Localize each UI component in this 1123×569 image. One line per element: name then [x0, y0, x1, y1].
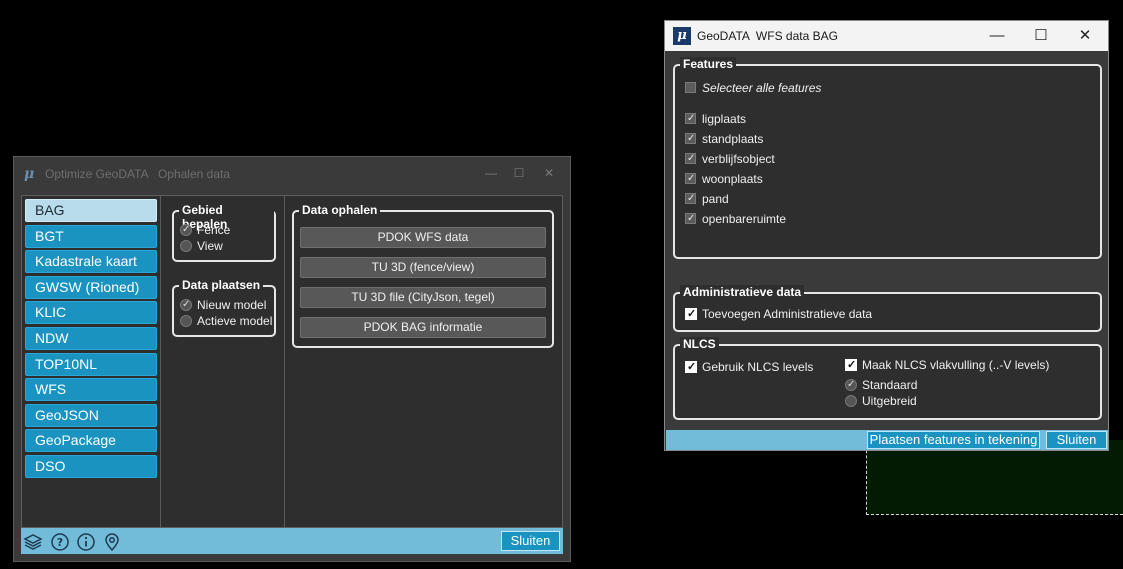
checkbox-indicator[interactable]: [685, 82, 696, 93]
location-pin-icon[interactable]: [102, 532, 122, 552]
checkbox-indicator[interactable]: [685, 307, 697, 321]
radio-indicator[interactable]: [845, 395, 857, 407]
radio-indicator[interactable]: [845, 378, 857, 392]
group-legend: Administratieve data: [680, 285, 805, 299]
checkbox-indicator[interactable]: [685, 132, 696, 146]
tu-3d-fence-view-button[interactable]: TU 3D (fence/view): [300, 257, 546, 278]
nav-item-klic[interactable]: KLIC: [25, 301, 157, 325]
radio-view[interactable]: View: [180, 239, 223, 253]
close-button[interactable]: Sluiten: [501, 531, 560, 551]
nav-item-top10nl[interactable]: TOP10NL: [25, 352, 157, 376]
app-logo-icon: μ: [24, 166, 35, 182]
radio-uitgebreid[interactable]: Uitgebreid: [845, 394, 917, 408]
window-title: GeoDATA WFS data BAG: [697, 29, 838, 43]
nav-item-geopackage[interactable]: GeoPackage: [25, 429, 157, 453]
content-panel: BAG BGT Kadastrale kaart GWSW (Rioned) KLIC N…: [21, 195, 563, 528]
group-legend: NLCS: [680, 337, 719, 351]
maximize-icon[interactable]: ☐: [504, 163, 534, 183]
radio-indicator[interactable]: [180, 315, 192, 327]
gebied-bepalen-group: Gebied bepalen Fence View: [172, 203, 276, 262]
nlcs-group: NLCS Gebruik NLCS levels Maak NLCS vlakv…: [673, 337, 1102, 420]
info-icon[interactable]: [76, 532, 96, 552]
tu-3d-file-button[interactable]: TU 3D file (CityJson, tegel): [300, 287, 546, 308]
title-bar: μ Optimize GeoDATA Ophalen data — ☐ ✕: [14, 157, 570, 188]
feature-checkbox-openbareruimte[interactable]: openbareruimte: [685, 212, 786, 226]
nav-item-kadastrale-kaart[interactable]: Kadastrale kaart: [25, 250, 157, 274]
footer-bar: Plaatsen features in tekening Sluiten: [666, 430, 1108, 450]
select-all-features-checkbox[interactable]: Selecteer alle features: [685, 81, 821, 95]
gebruik-nlcs-levels-checkbox[interactable]: Gebruik NLCS levels: [685, 360, 813, 374]
feature-checkbox-ligplaats[interactable]: ligplaats: [685, 112, 746, 126]
layers-icon[interactable]: [23, 532, 43, 552]
minimize-icon[interactable]: —: [977, 25, 1017, 47]
plaatsen-features-button[interactable]: Plaatsen features in tekening: [867, 431, 1040, 449]
toevoegen-administratieve-data-checkbox[interactable]: Toevoegen Administratieve data: [685, 307, 872, 321]
nav-item-geojson[interactable]: GeoJSON: [25, 403, 157, 427]
close-icon[interactable]: ✕: [534, 163, 564, 183]
feature-checkbox-standplaats[interactable]: standplaats: [685, 132, 763, 146]
checkbox-indicator[interactable]: [685, 112, 696, 126]
radio-nieuw-model[interactable]: Nieuw model: [180, 298, 266, 312]
radio-fence[interactable]: Fence: [180, 223, 230, 237]
maximize-icon[interactable]: ☐: [1021, 25, 1061, 47]
checkbox-indicator[interactable]: [685, 192, 696, 206]
administratieve-data-group: Administratieve data Toevoegen Administr…: [673, 285, 1102, 332]
source-nav: BAG BGT Kadastrale kaart GWSW (Rioned) KLIC N…: [25, 199, 159, 523]
divider: [160, 196, 161, 527]
data-plaatsen-group: Data plaatsen Nieuw model Actieve model: [172, 278, 276, 337]
radio-indicator[interactable]: [180, 298, 192, 312]
data-ophalen-group: Data ophalen PDOK WFS data TU 3D (fence/…: [292, 203, 554, 348]
svg-text:?: ?: [57, 536, 63, 549]
radio-actieve-model[interactable]: Actieve model: [180, 314, 272, 328]
canvas-fence-region: [866, 440, 1123, 515]
divider: [284, 196, 285, 527]
feature-checkbox-woonplaats[interactable]: woonplaats: [685, 172, 763, 186]
checkbox-indicator[interactable]: [685, 172, 696, 186]
title-bar: μ GeoDATA WFS data BAG — ☐ ✕: [665, 21, 1108, 51]
app-logo-icon: μ: [673, 27, 691, 45]
nav-item-bgt[interactable]: BGT: [25, 224, 157, 248]
group-legend: Data plaatsen: [179, 278, 264, 292]
close-button[interactable]: Sluiten: [1046, 431, 1107, 449]
feature-checkbox-pand[interactable]: pand: [685, 192, 729, 206]
radio-indicator[interactable]: [180, 223, 192, 237]
close-icon[interactable]: ✕: [1065, 25, 1105, 47]
pdok-bag-informatie-button[interactable]: PDOK BAG informatie: [300, 317, 546, 338]
footer-bar: ? Sluiten: [21, 528, 563, 554]
nav-item-wfs[interactable]: WFS: [25, 378, 157, 402]
features-group: Features Selecteer alle features ligplaa…: [673, 57, 1102, 259]
group-legend: Features: [680, 57, 737, 71]
nav-item-gwsw-rioned[interactable]: GWSW (Rioned): [25, 275, 157, 299]
radio-standaard[interactable]: Standaard: [845, 378, 917, 392]
radio-indicator[interactable]: [180, 240, 192, 252]
minimize-icon[interactable]: —: [476, 163, 506, 183]
checkbox-indicator[interactable]: [685, 212, 696, 226]
group-legend: Data ophalen: [299, 203, 381, 217]
wfs-data-bag-window: μ GeoDATA WFS data BAG — ☐ ✕ Features Se…: [664, 20, 1109, 451]
nav-item-dso[interactable]: DSO: [25, 455, 157, 478]
checkbox-indicator[interactable]: [685, 152, 696, 166]
checkbox-indicator[interactable]: [845, 358, 857, 372]
nav-item-bag[interactable]: BAG: [25, 199, 157, 222]
checkbox-indicator[interactable]: [685, 360, 697, 374]
help-icon[interactable]: ?: [50, 532, 70, 552]
pdok-wfs-data-button[interactable]: PDOK WFS data: [300, 227, 546, 248]
nav-item-ndw[interactable]: NDW: [25, 327, 157, 350]
nlcs-vlakvulling-checkbox[interactable]: Maak NLCS vlakvulling (..-V levels): [845, 358, 1049, 372]
window-title: Optimize GeoDATA Ophalen data: [45, 167, 230, 181]
ophalen-data-window: μ Optimize GeoDATA Ophalen data — ☐ ✕ BA…: [13, 156, 571, 562]
feature-checkbox-verblijfsobject[interactable]: verblijfsobject: [685, 152, 775, 166]
